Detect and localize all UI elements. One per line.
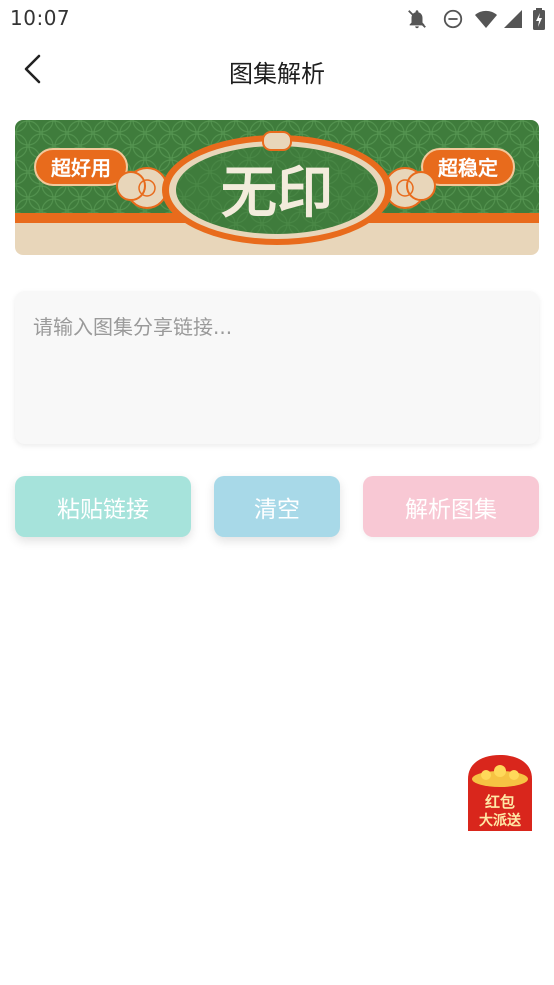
link-input[interactable] <box>15 291 539 444</box>
notifications-off-icon <box>408 10 426 29</box>
paste-link-button[interactable]: 粘贴链接 <box>15 476 191 537</box>
banner-right-tag-text: 超稳定 <box>437 156 498 180</box>
parse-album-label: 解析图集 <box>405 496 497 523</box>
signal-icon <box>504 10 522 28</box>
coin-icon <box>481 770 491 780</box>
clear-button[interactable]: 清空 <box>214 476 340 537</box>
red-packet-button[interactable]: 红包 大派送 <box>466 755 534 831</box>
red-packet-line2: 大派送 <box>479 812 522 829</box>
wifi-icon <box>475 10 497 28</box>
page-title: 图集解析 <box>229 60 325 88</box>
banner-image[interactable]: 超好用 超稳定 无印 <box>15 120 539 255</box>
clear-label: 清空 <box>254 496 300 523</box>
status-time: 10:07 <box>10 6 71 30</box>
status-bar: 10:07 <box>0 0 554 38</box>
paste-link-label: 粘贴链接 <box>57 496 149 523</box>
parse-album-button[interactable]: 解析图集 <box>363 476 539 537</box>
banner-left-tag: 超好用 <box>34 148 128 186</box>
link-input-card <box>15 291 539 444</box>
red-packet-line1: 红包 <box>485 793 515 811</box>
banner-center-text: 无印 <box>221 160 333 226</box>
banner-left-tag-text: 超好用 <box>50 156 111 180</box>
battery-charging-icon <box>533 8 545 30</box>
banner-right-tag: 超稳定 <box>421 148 515 186</box>
do-not-disturb-icon <box>443 9 463 29</box>
header: 图集解析 <box>0 40 554 100</box>
